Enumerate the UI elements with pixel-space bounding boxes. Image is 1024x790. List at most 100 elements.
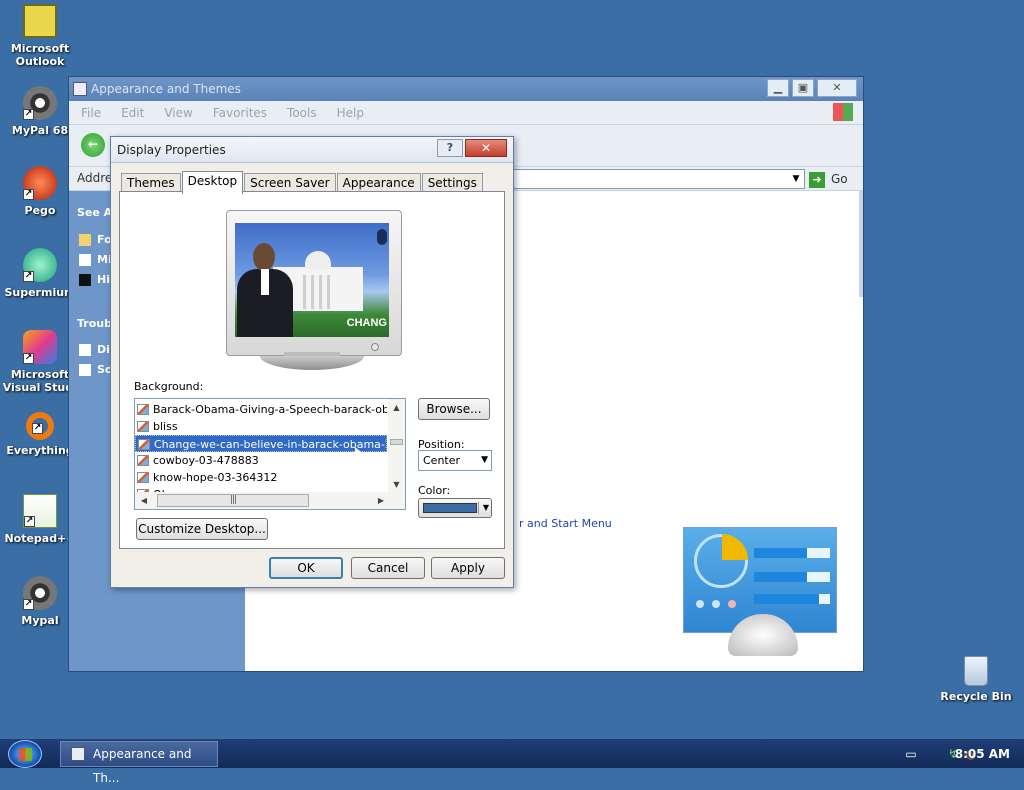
clock[interactable]: 8:05 AM: [955, 739, 1010, 769]
minimize-button[interactable]: ▁: [767, 79, 789, 97]
help-icon: [79, 364, 91, 376]
shortcut-arrow-icon: ↗: [24, 516, 35, 527]
side-item-label: Di: [97, 343, 110, 356]
supermium-icon: ↗: [23, 248, 57, 282]
shortcut-arrow-icon: ↗: [23, 109, 34, 120]
list-item[interactable]: cowboy-03-478883: [135, 452, 387, 469]
desktop-icon-outlook[interactable]: Microsoft Outlook: [0, 4, 80, 68]
monitor-base: [260, 356, 364, 370]
ok-button[interactable]: OK: [269, 557, 343, 579]
position-select[interactable]: Center ▼: [418, 450, 492, 471]
tab-themes[interactable]: Themes: [121, 173, 181, 193]
outlook-icon: [23, 4, 57, 38]
back-button[interactable]: ←: [81, 133, 105, 157]
list-item-label: Barack-Obama-Giving-a-Speech-barack-obam…: [153, 403, 387, 416]
scroll-down-arrow-icon[interactable]: ▼: [388, 478, 405, 492]
position-value: Center: [423, 454, 461, 467]
help-button[interactable]: ?: [437, 139, 463, 157]
monitor-preview: CHANG: [226, 210, 402, 356]
go-label: Go: [831, 172, 848, 186]
list-item[interactable]: know-hope-03-364312: [135, 469, 387, 486]
window-title: Appearance and Themes: [91, 82, 241, 96]
chevron-down-icon[interactable]: ▼: [788, 170, 804, 188]
windows-flag-icon: [833, 103, 853, 121]
scroll-thumb[interactable]: [390, 439, 403, 445]
taskbar-window-label: Appearance and Th...: [93, 747, 192, 785]
menu-edit[interactable]: Edit: [121, 106, 144, 120]
color-label: Color:: [418, 484, 451, 497]
image-file-icon: [137, 455, 149, 466]
shortcut-arrow-icon: ↗: [23, 353, 34, 364]
pego-icon: ↗: [23, 166, 57, 200]
menu-favorites[interactable]: Favorites: [213, 106, 267, 120]
recycle-bin-icon: [964, 656, 988, 686]
color-picker-button[interactable]: ▼: [418, 498, 492, 518]
menu-tools[interactable]: Tools: [287, 106, 317, 120]
window-titlebar[interactable]: Appearance and Themes ▁ ▣ ✕: [69, 77, 863, 101]
apply-button[interactable]: Apply: [431, 557, 505, 579]
customize-desktop-button[interactable]: Customize Desktop...: [136, 518, 268, 540]
help-icon: [79, 344, 91, 356]
shortcut-arrow-icon: ↗: [23, 599, 34, 610]
list-item[interactable]: Barack-Obama-Giving-a-Speech-barack-obam…: [135, 401, 387, 418]
preview-overlay-text: CHANG: [346, 317, 387, 329]
troubleshooter-item[interactable]: So: [79, 363, 112, 376]
system-tray: ▭ ↯ ◎ 8:05 AM: [874, 739, 1024, 769]
dialog-close-button[interactable]: ✕: [465, 139, 507, 157]
color-swatch: [423, 503, 477, 513]
go-button[interactable]: ➜ Go: [809, 170, 855, 188]
desktop-icon-recycle-bin[interactable]: Recycle Bin: [936, 656, 1016, 703]
tab-settings[interactable]: Settings: [421, 173, 483, 193]
list-item-label: bliss: [153, 420, 178, 433]
tab-appearance[interactable]: Appearance: [336, 173, 421, 193]
desktop-icon-label: Recycle Bin: [940, 690, 1012, 703]
vertical-scrollbar[interactable]: ▲ ▼: [388, 399, 405, 494]
menu-help[interactable]: Help: [337, 106, 364, 120]
taskbar-window-button[interactable]: Appearance and Th...: [60, 741, 218, 785]
shortcut-arrow-icon: ↗: [23, 189, 34, 200]
dialog-titlebar[interactable]: Display Properties ? ✕: [111, 137, 513, 163]
menu-view[interactable]: View: [164, 106, 192, 120]
image-file-icon: [138, 439, 150, 450]
taskbar: Appearance and Th... ▭ ↯ ◎ 8:05 AM: [0, 738, 1024, 785]
windows-logo-icon: [19, 748, 32, 761]
control-panel-icon: [73, 82, 87, 96]
appearance-themes-illustration: [683, 527, 837, 656]
scroll-left-arrow-icon[interactable]: ◀: [137, 492, 151, 509]
desktop-icon-label: Microsoft Outlook: [10, 42, 70, 68]
list-item-label: know-hope-03-364312: [153, 471, 278, 484]
contrast-icon: [79, 274, 91, 286]
keyboard-icon[interactable]: ▭: [904, 747, 918, 761]
scroll-right-arrow-icon[interactable]: ▶: [374, 492, 388, 509]
cancel-button[interactable]: Cancel: [351, 557, 425, 579]
tab-screen-saver[interactable]: Screen Saver: [244, 173, 336, 193]
taskbar-start-menu-link[interactable]: r and Start Menu: [519, 517, 612, 530]
power-button-icon: [371, 343, 379, 351]
mouse-pointer-icon: [79, 254, 91, 266]
browse-button[interactable]: Browse...: [418, 398, 490, 420]
scrollbar[interactable]: [859, 191, 863, 297]
background-label: Background:: [134, 380, 204, 393]
start-button[interactable]: [8, 740, 42, 768]
chevron-down-icon: ▼: [481, 455, 488, 465]
list-item[interactable]: bliss: [135, 418, 387, 435]
horizontal-scrollbar[interactable]: ◀ ||| ▶: [135, 492, 390, 509]
see-also-item[interactable]: Hi: [79, 273, 110, 286]
display-properties-dialog: Display Properties ? ✕ Themes Desktop Sc…: [110, 136, 514, 588]
menu-bar: File Edit View Favorites Tools Help: [69, 101, 863, 125]
scroll-thumb[interactable]: |||: [157, 494, 309, 507]
troubleshooter-item[interactable]: Di: [79, 343, 110, 356]
scroll-up-arrow-icon[interactable]: ▲: [388, 401, 405, 415]
tab-desktop[interactable]: Desktop: [181, 171, 244, 194]
control-panel-icon: [71, 747, 85, 761]
notepad-plus-icon: ↗: [23, 494, 57, 528]
go-arrow-icon: ➜: [809, 171, 825, 188]
image-file-icon: [137, 472, 149, 483]
folder-icon: [79, 234, 91, 246]
see-also-item[interactable]: Mi: [79, 253, 112, 266]
menu-file[interactable]: File: [81, 106, 101, 120]
close-button[interactable]: ✕: [817, 79, 857, 97]
see-also-item[interactable]: Fo: [79, 233, 112, 246]
dialog-title: Display Properties: [117, 143, 226, 157]
maximize-button[interactable]: ▣: [792, 79, 814, 97]
